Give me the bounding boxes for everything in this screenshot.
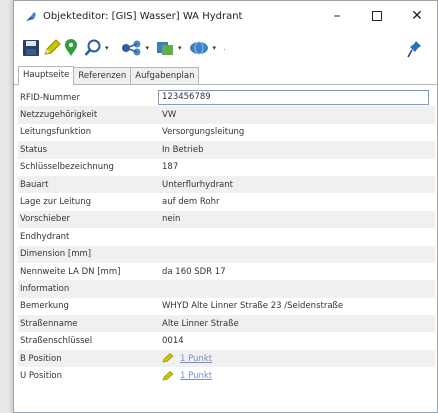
search-button[interactable] [84, 36, 102, 60]
field-value[interactable]: Versorgungsleitung [158, 127, 435, 137]
field-value[interactable]: 1 Punkt [158, 353, 435, 364]
table-row: Ü Position 1 Punkt [18, 367, 435, 384]
table-row: Schlüsselbezeichnung 187 [18, 159, 435, 176]
position-link[interactable]: 1 Punkt [180, 354, 212, 364]
title-bar: Objekteditor: [GIS] Wasser] WA Hydrant –… [14, 1, 437, 31]
field-label: Lage zur Leitung [20, 197, 91, 208]
save-button[interactable] [22, 36, 40, 60]
table-row: Nennweite LA DN [mm] da 160 SDR 17 [18, 263, 435, 280]
position-link[interactable]: 1 Punkt [180, 371, 212, 381]
table-row: Bauart Unterflurhydrant [18, 175, 435, 194]
attribute-grid: RFID-Nummer 123456789 Netzzugehörigkeit VW L… [18, 89, 435, 385]
globe-dropdown-arrow[interactable]: ▾ [213, 44, 217, 52]
field-label: B Position [20, 353, 62, 364]
location-button[interactable] [64, 36, 78, 60]
table-row: Straßenschlüssel 0014 [18, 332, 435, 349]
pin-button[interactable] [407, 37, 423, 61]
location-pin-icon [65, 39, 77, 56]
table-row: Lage zur Leitung auf dem Rohr [18, 193, 435, 210]
field-label: Information [20, 283, 70, 294]
minimize-button[interactable]: – [317, 1, 357, 31]
field-label: Straßenschlüssel [20, 336, 93, 347]
minimize-icon: – [333, 8, 341, 24]
field-value[interactable]: 1 Punkt [158, 370, 435, 381]
object-editor-window: Objekteditor: [GIS] Wasser] WA Hydrant –… [13, 0, 438, 413]
table-row: Information [18, 280, 435, 298]
layers-dropdown-arrow[interactable]: ▾ [178, 44, 182, 52]
maximize-button[interactable] [357, 1, 397, 31]
search-icon [84, 39, 101, 56]
field-value[interactable]: 187 [158, 162, 435, 172]
field-label: Netzzugehörigkeit [20, 110, 98, 121]
tab-referenzen[interactable]: Referenzen [73, 67, 132, 84]
tab-strip: Hauptseite Referenzen Aufgabenplan [14, 65, 437, 85]
field-label: Nennweite LA DN [mm] [20, 266, 121, 277]
field-value[interactable]: WHYD Alte Linner Straße 23 /Seidenstraße [158, 301, 435, 311]
network-button[interactable] [121, 36, 143, 60]
table-row: Bemerkung WHYD Alte Linner Straße 23 /Sei… [18, 298, 435, 315]
field-label: RFID-Nummer [20, 92, 80, 103]
field-label: Endhydrant [20, 231, 70, 242]
table-row: Vorschieber nein [18, 210, 435, 229]
table-row: Straßenname Alte Linner Straße [18, 315, 435, 333]
field-label: Dimension [mm] [20, 249, 92, 260]
table-row: Dimension [mm] [18, 245, 435, 263]
field-label: Bemerkung [20, 301, 69, 312]
edit-button[interactable] [42, 36, 62, 60]
rfid-input[interactable]: 123456789 [158, 90, 429, 106]
close-button[interactable]: ✕ [397, 1, 437, 31]
field-value[interactable]: auf dem Rohr [158, 197, 435, 207]
network-dropdown-arrow[interactable]: ▾ [146, 44, 150, 52]
field-value[interactable]: In Betrieb [158, 145, 435, 155]
search-dropdown-arrow[interactable]: ▾ [105, 44, 109, 52]
table-row: B Position 1 Punkt [18, 349, 435, 368]
table-row: RFID-Nummer 123456789 [18, 89, 435, 106]
globe-icon [189, 41, 208, 55]
pencil-icon [162, 370, 174, 381]
pencil-icon [44, 39, 61, 55]
field-label: Schlüsselbezeichnung [20, 162, 114, 173]
close-icon: ✕ [411, 8, 423, 24]
field-label: Status [20, 144, 48, 155]
toolbar: ▾ ▾ ▾ ▾ . [14, 31, 437, 65]
network-icon [121, 40, 141, 56]
layers-icon [157, 42, 174, 55]
pin-icon [407, 41, 421, 58]
table-row: Endhydrant [18, 228, 435, 245]
tab-hauptseite[interactable]: Hauptseite [18, 66, 75, 85]
field-value[interactable]: VW [158, 110, 435, 120]
field-value[interactable]: Alte Linner Straße [158, 319, 435, 329]
field-value[interactable]: 0014 [158, 336, 435, 346]
table-row: Status In Betrieb [18, 141, 435, 159]
toolbar-overflow-dot[interactable]: . [223, 44, 225, 52]
field-label: Vorschieber [20, 214, 71, 225]
table-row: Netzzugehörigkeit VW [18, 106, 435, 124]
field-value[interactable]: da 160 SDR 17 [158, 267, 435, 277]
maximize-icon [372, 11, 382, 21]
app-icon [26, 11, 36, 21]
globe-button[interactable] [188, 36, 210, 60]
field-label: Bauart [20, 179, 49, 190]
field-label: Ü Position [20, 370, 63, 381]
pencil-icon [162, 353, 174, 363]
tab-aufgabenplan[interactable]: Aufgabenplan [130, 67, 200, 84]
field-label: Leitungsfunktion [20, 127, 92, 138]
field-value[interactable]: Unterflurhydrant [158, 180, 435, 190]
field-value[interactable]: nein [158, 214, 435, 224]
window-title: Objekteditor: [GIS] Wasser] WA Hydrant [43, 10, 243, 22]
layers-button[interactable] [155, 36, 175, 60]
field-label: Straßenname [20, 318, 78, 329]
table-row: Leitungsfunktion Versorgungsleitung [18, 124, 435, 141]
save-icon [23, 40, 39, 56]
